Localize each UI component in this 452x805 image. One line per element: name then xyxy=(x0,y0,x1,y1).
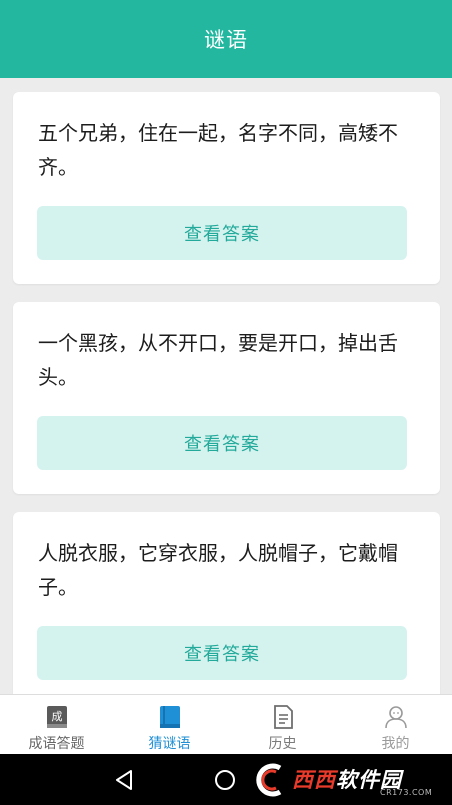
svg-text:成: 成 xyxy=(51,710,62,723)
tab-label: 猜谜语 xyxy=(148,736,191,752)
tab-label: 我的 xyxy=(381,736,410,752)
home-circle-icon[interactable] xyxy=(213,768,237,796)
riddle-text: 五个兄弟，住在一起，名字不同，高矮不齐。 xyxy=(38,121,398,179)
riddle-card: 五个兄弟，住在一起，名字不同，高矮不齐。 查看答案 xyxy=(13,92,440,284)
riddle-card: 一个黑孩，从不开口，要是开口，掉出舌头。 查看答案 xyxy=(13,302,440,494)
view-answer-button[interactable]: 查看答案 xyxy=(37,206,407,260)
app-header: 谜语 xyxy=(0,0,452,78)
tab-label: 成语答题 xyxy=(28,736,85,752)
tab-riddles[interactable]: 猜谜语 xyxy=(113,695,226,754)
document-icon xyxy=(270,705,296,729)
view-answer-button[interactable]: 查看答案 xyxy=(37,626,407,680)
watermark-brand-red: 西西 xyxy=(292,768,336,792)
tab-history[interactable]: 历史 xyxy=(226,695,339,754)
riddle-text: 人脱衣服，它穿衣服，人脱帽子，它戴帽子。 xyxy=(38,541,398,599)
tab-label: 历史 xyxy=(268,736,297,752)
view-answer-button[interactable]: 查看答案 xyxy=(37,416,407,470)
bottom-tab-bar: 成 成语答题 猜谜语 历史 我的 xyxy=(0,694,452,754)
tab-mine[interactable]: 我的 xyxy=(339,695,452,754)
watermark-logo: 西西软件园 CR173.COM xyxy=(250,758,450,802)
riddle-card: 人脱衣服，它穿衣服，人脱帽子，它戴帽子。 查看答案 xyxy=(13,512,440,694)
system-navigation-bar: 西西软件园 CR173.COM xyxy=(0,754,452,805)
riddle-text: 一个黑孩，从不开口，要是开口，掉出舌头。 xyxy=(38,331,398,389)
watermark-c-icon xyxy=(256,763,282,797)
riddle-list[interactable]: 五个兄弟，住在一起，名字不同，高矮不齐。 查看答案 一个黑孩，从不开口，要是开口… xyxy=(0,78,452,694)
watermark-site: CR173.COM xyxy=(380,788,433,797)
user-icon xyxy=(383,705,409,729)
open-book-icon xyxy=(157,705,183,729)
idiom-book-icon: 成 xyxy=(44,705,70,729)
page-title: 谜语 xyxy=(204,28,248,52)
tab-idiom-quiz[interactable]: 成 成语答题 xyxy=(0,695,113,754)
back-triangle-icon[interactable] xyxy=(112,768,136,796)
